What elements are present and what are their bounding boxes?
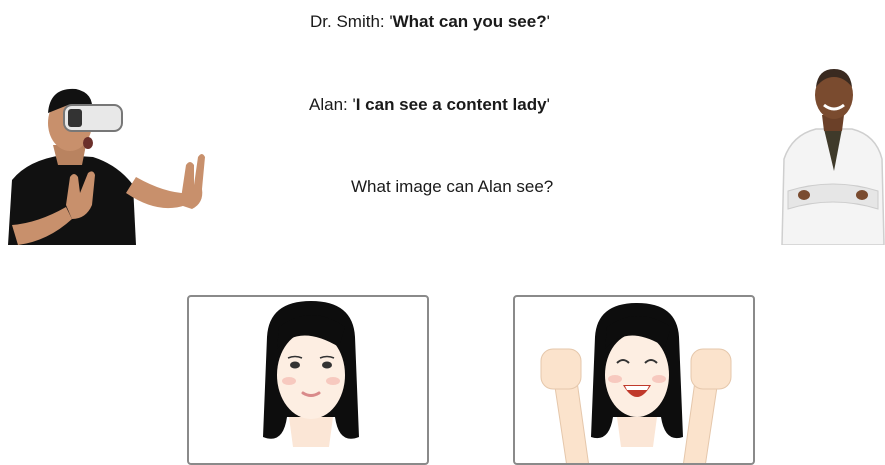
speaker-alan: Alan: '	[309, 95, 356, 114]
alan-answer: I can see a content lady	[355, 95, 547, 114]
option-content-lady[interactable]	[187, 295, 429, 465]
quote-end: '	[546, 12, 550, 31]
dialogue-line-alan: Alan: 'I can see a content lady'	[309, 95, 550, 115]
question-prompt: What image can Alan see?	[351, 177, 554, 196]
doctor-question: What can you see?	[392, 12, 547, 31]
dialogue-line-doctor: Dr. Smith: 'What can you see?'	[310, 12, 550, 32]
content-lady-illustration	[263, 301, 359, 447]
quote-end: '	[546, 95, 550, 114]
doctor-image	[781, 69, 885, 245]
option-excited-lady[interactable]	[513, 295, 755, 465]
speaker-doctor: Dr. Smith: '	[310, 12, 393, 31]
excited-lady-illustration	[540, 303, 732, 463]
vr-headset-man-image	[8, 88, 205, 245]
